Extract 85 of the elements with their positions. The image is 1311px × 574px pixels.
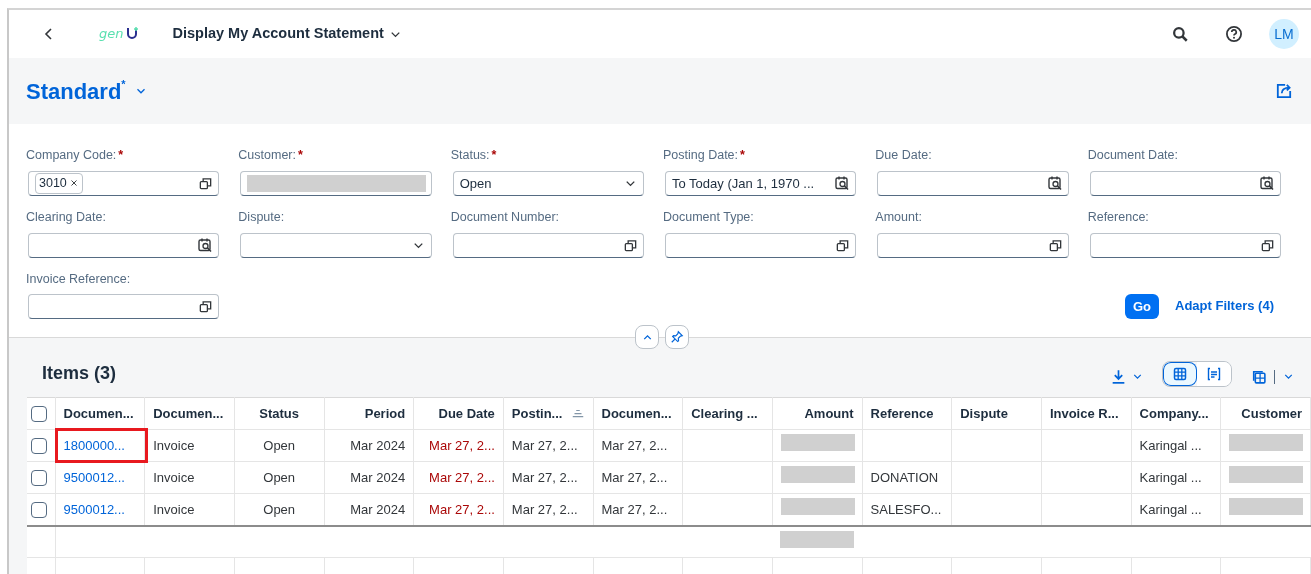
input-field[interactable]: 3010	[28, 170, 220, 196]
field-label: Due Date:	[875, 147, 933, 164]
table-cell-text: Mar 27, 2...	[511, 437, 578, 453]
input-field[interactable]	[28, 294, 220, 320]
go-button[interactable]: Go	[1124, 294, 1159, 320]
table-cell-text: Open	[263, 501, 296, 517]
value-help-icon	[198, 175, 214, 191]
document-link[interactable]: 9500012...	[63, 501, 125, 517]
pin-button[interactable]	[665, 325, 689, 349]
checkbox[interactable]	[31, 438, 47, 455]
table-cell-text: Mar 27, 2...	[601, 437, 668, 453]
select-field[interactable]	[240, 232, 432, 258]
field-label: Clearing Date:	[26, 208, 107, 226]
table-cell-text: DONATION	[870, 469, 939, 485]
download-icon	[1110, 368, 1127, 385]
table-cell-text: Karingal ...	[1139, 437, 1202, 453]
field-label: Reference:	[1087, 208, 1150, 226]
checkbox[interactable]	[31, 406, 47, 423]
table-cell-text: Mar 27, 2...	[511, 501, 578, 517]
calendar-icon	[1259, 175, 1275, 192]
field-label: Customer: *	[238, 147, 304, 164]
table-cell-text: Invoice	[153, 469, 195, 485]
table-cell-text: Open	[263, 437, 296, 453]
calendar-icon	[834, 175, 851, 192]
value-help-icon	[1260, 237, 1275, 253]
user-avatar[interactable]: LM	[1269, 19, 1299, 49]
field-label: Amount:	[875, 208, 923, 226]
field-label: Document Date:	[1087, 147, 1179, 164]
value-help-icon	[198, 299, 214, 315]
list-view-button[interactable]	[1197, 362, 1231, 386]
date-field[interactable]	[877, 170, 1069, 196]
table-cell-text: Mar 27, 2...	[429, 501, 495, 517]
table-cell-text: Mar 27, 2...	[601, 469, 668, 485]
document-link[interactable]: 9500012...	[63, 469, 125, 485]
list-view-icon	[1206, 366, 1222, 382]
table-cell-text: Mar 2024	[350, 437, 406, 453]
share-icon	[1275, 82, 1293, 100]
field-label: Invoice Reference:	[26, 270, 132, 288]
table-cell-text: Invoice	[153, 501, 195, 517]
calendar-icon	[1046, 175, 1063, 192]
field-label: Document Type:	[663, 208, 755, 226]
input-field[interactable]	[1089, 232, 1281, 258]
app-title-menu[interactable]: Display My Account Statement	[171, 22, 404, 46]
table-view-icon	[1172, 366, 1188, 382]
search-icon	[1171, 25, 1189, 43]
field-label: Status: *	[450, 147, 498, 164]
input-field[interactable]	[452, 232, 644, 258]
value-help-icon	[1047, 237, 1063, 253]
table-cell-text: Invoice	[153, 437, 195, 453]
table-cell-text: Mar 27, 2...	[601, 501, 668, 517]
pin-icon	[670, 330, 684, 344]
value-help-icon	[835, 237, 851, 253]
adapt-filters-link[interactable]: Adapt Filters (4)	[1175, 295, 1274, 316]
sheets-icon	[1250, 368, 1267, 385]
table-cell-text: Karingal ...	[1139, 469, 1202, 485]
value-help-icon	[623, 237, 638, 253]
help-icon	[1225, 25, 1243, 43]
select-field[interactable]: Open	[452, 170, 644, 196]
field-label: Company Code: *	[26, 147, 125, 164]
table-cell-text: SALESFO...	[870, 501, 942, 517]
input-field[interactable]	[877, 232, 1069, 258]
document-link[interactable]: 1800000...	[63, 437, 125, 453]
table-view-button[interactable]	[1163, 362, 1197, 386]
input-field[interactable]	[665, 232, 857, 258]
table-cell-text: Karingal ...	[1139, 501, 1202, 517]
date-field[interactable]: To Today (Jan 1, 1970 ...	[665, 170, 857, 196]
table-cell-text: Mar 27, 2...	[511, 469, 578, 485]
table-cell-text: Mar 2024	[350, 469, 406, 485]
table-cell-text: Open	[263, 469, 296, 485]
field-label: Dispute:	[238, 208, 286, 226]
table-cell-text: Mar 27, 2...	[429, 437, 495, 453]
input-field[interactable]	[240, 170, 432, 196]
table-cell-text: Mar 2024	[350, 501, 406, 517]
field-label: Document Number:	[450, 208, 561, 226]
calendar-icon	[197, 237, 214, 253]
table-title: Items (3)	[42, 362, 117, 385]
field-label: Posting Date: *	[663, 147, 746, 164]
variant-menu[interactable]: Standard$^{*}$	[25, 73, 149, 109]
date-field[interactable]	[1089, 170, 1281, 196]
help-button[interactable]	[1223, 23, 1245, 45]
checkbox[interactable]	[31, 502, 47, 519]
date-field[interactable]	[28, 232, 220, 258]
token[interactable]: 3010	[35, 172, 83, 194]
checkbox[interactable]	[31, 470, 47, 487]
table-cell-text: Mar 27, 2...	[429, 469, 495, 485]
